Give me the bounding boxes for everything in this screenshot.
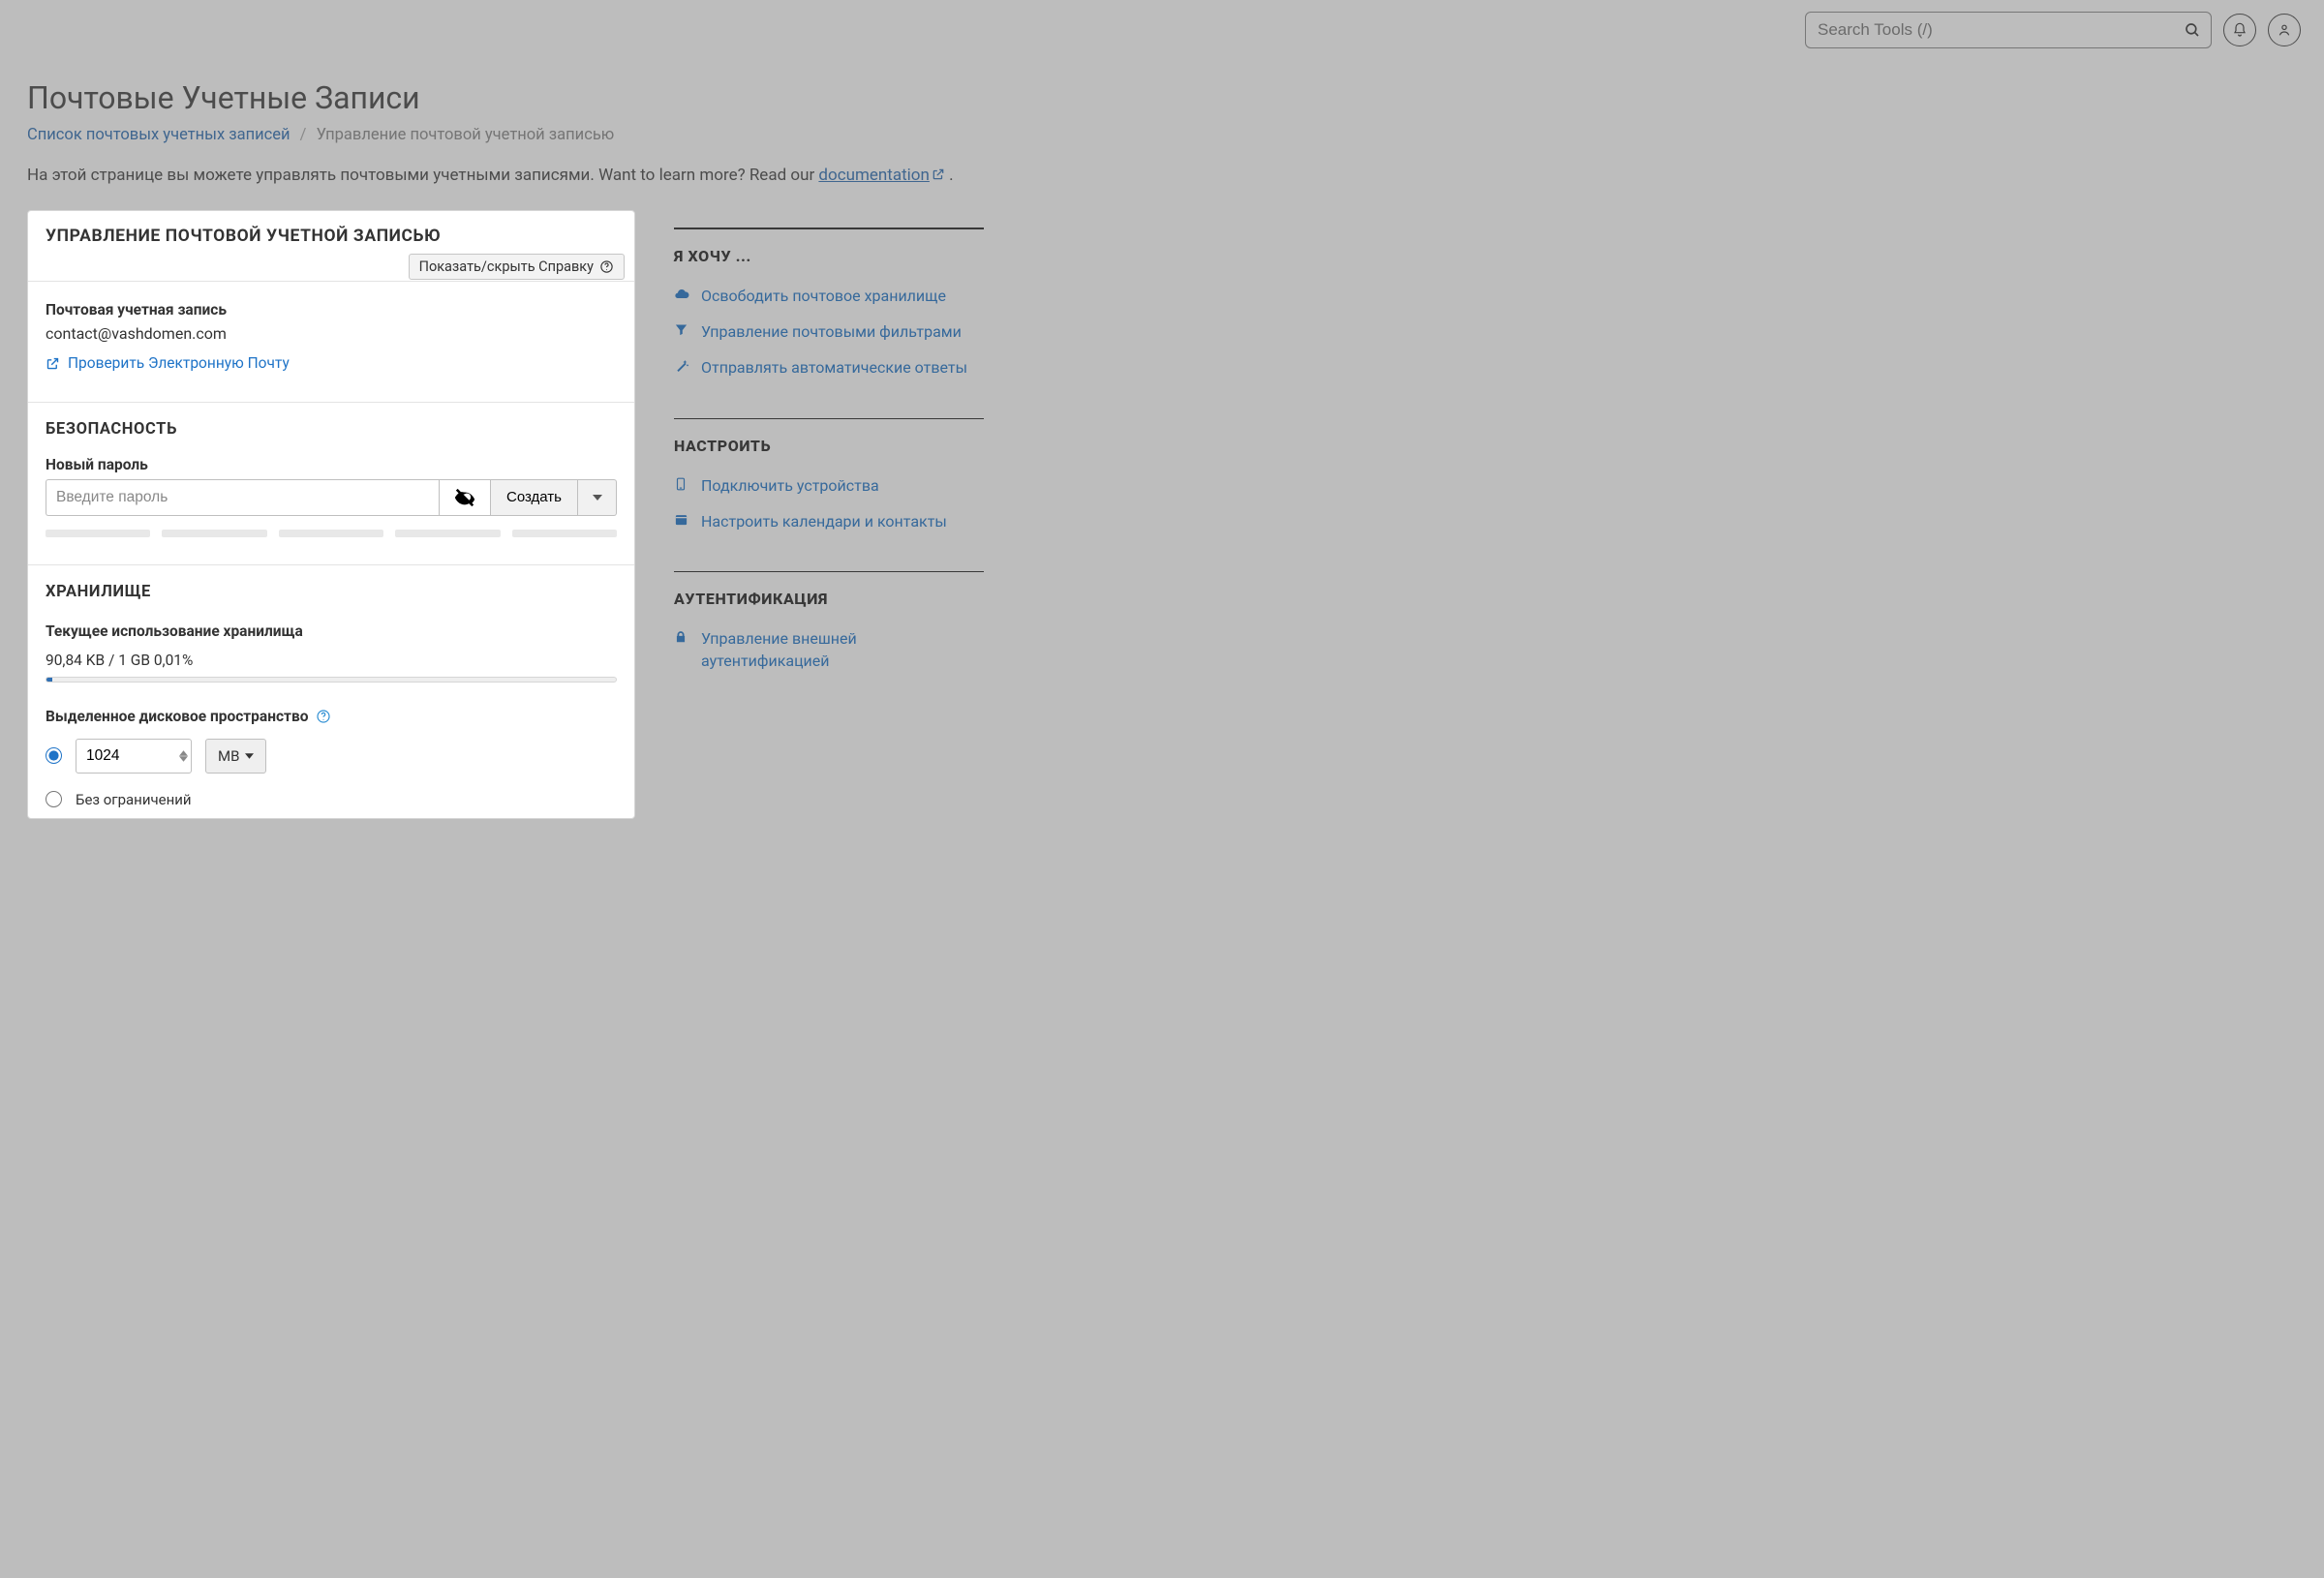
panel-title: УПРАВЛЕНИЕ ПОЧТОВОЙ УЧЕТНОЙ ЗАПИСЬЮ [46, 227, 617, 246]
phone-icon [674, 476, 691, 492]
page: Почтовые Учетные Записи Список почтовых … [0, 60, 2324, 858]
external-link-icon [46, 356, 60, 371]
link-auto-reply[interactable]: Отправлять автоматические ответы [674, 356, 984, 379]
side-title-want: Я ХОЧУ ... [674, 247, 984, 265]
quota-fixed-radio[interactable] [46, 747, 62, 764]
link-mail-filters[interactable]: Управление почтовыми фильтрами [674, 320, 984, 343]
breadcrumb-current: Управление почтовой учетной записью [317, 126, 615, 144]
password-strength-meter [46, 530, 617, 537]
breadcrumb: Список почтовых учетных записей / Управл… [27, 126, 2297, 144]
help-icon [599, 259, 614, 274]
documentation-link[interactable]: documentation [818, 166, 944, 185]
lock-icon [674, 629, 691, 645]
alloc-label: Выделенное дисковое пространство [46, 708, 308, 725]
filter-icon [674, 322, 691, 337]
external-link-icon [932, 167, 945, 181]
side-title-auth: АУТЕНТИФИКАЦИЯ [674, 590, 984, 608]
caret-down-icon [245, 753, 254, 759]
manage-account-panel: УПРАВЛЕНИЕ ПОЧТОВОЙ УЧЕТНОЙ ЗАПИСЬЮ Пока… [27, 210, 635, 819]
eye-off-icon [454, 487, 475, 508]
page-title: Почтовые Учетные Записи [27, 79, 2297, 116]
link-calendar-contacts[interactable]: Настроить календари и контакты [674, 510, 984, 532]
info-icon[interactable] [316, 709, 331, 724]
quota-unlimited-radio[interactable] [46, 791, 62, 807]
calendar-icon [674, 512, 691, 527]
topbar [0, 0, 2324, 60]
storage-section-title: ХРАНИЛИЩЕ [46, 565, 617, 605]
usage-value: 90,84 KB / 1 GB 0,01% [46, 652, 617, 669]
link-connect-devices[interactable]: Подключить устройства [674, 474, 984, 497]
caret-down-icon [593, 493, 602, 502]
breadcrumb-separator: / [300, 126, 307, 144]
cloud-upload-icon [674, 287, 691, 302]
user-icon [2277, 22, 2292, 38]
new-password-label: Новый пароль [46, 456, 617, 473]
generate-password-button[interactable]: Создать [491, 479, 578, 516]
password-input[interactable] [46, 479, 439, 516]
side-title-setup: НАСТРОИТЬ [674, 437, 984, 455]
intro-text: На этой странице вы можете управлять поч… [27, 166, 2297, 185]
search-icon[interactable] [2179, 16, 2206, 44]
security-section-title: БЕЗОПАСНОСТЬ [46, 403, 617, 442]
link-free-storage[interactable]: Освободить почтовое хранилище [674, 285, 984, 307]
notifications-button[interactable] [2223, 14, 2256, 46]
quota-unit-select[interactable]: MB [205, 739, 266, 774]
account-label: Почтовая учетная запись [46, 301, 617, 319]
breadcrumb-link[interactable]: Список почтовых учетных записей [27, 126, 290, 144]
usage-progress [46, 677, 617, 683]
quota-unlimited-label: Без ограничений [76, 791, 192, 808]
check-mail-link[interactable]: Проверить Электронную Почту [46, 354, 290, 372]
usage-label: Текущее использование хранилища [46, 622, 617, 640]
generate-password-options[interactable] [578, 479, 617, 516]
help-toggle[interactable]: Показать/скрыть Справку [409, 254, 625, 280]
quota-value-input[interactable] [76, 739, 192, 774]
account-value: contact@vashdomen.com [46, 324, 617, 343]
right-sidebar: Я ХОЧУ ... Освободить почтовое хранилище… [674, 210, 984, 685]
wand-icon [674, 358, 691, 374]
bell-icon [2232, 22, 2248, 38]
user-menu-button[interactable] [2268, 14, 2301, 46]
search-input[interactable] [1805, 12, 2212, 48]
toggle-password-visibility[interactable] [439, 479, 491, 516]
link-external-auth[interactable]: Управление внешней аутентификацией [674, 627, 984, 672]
search-wrap [1805, 12, 2212, 48]
